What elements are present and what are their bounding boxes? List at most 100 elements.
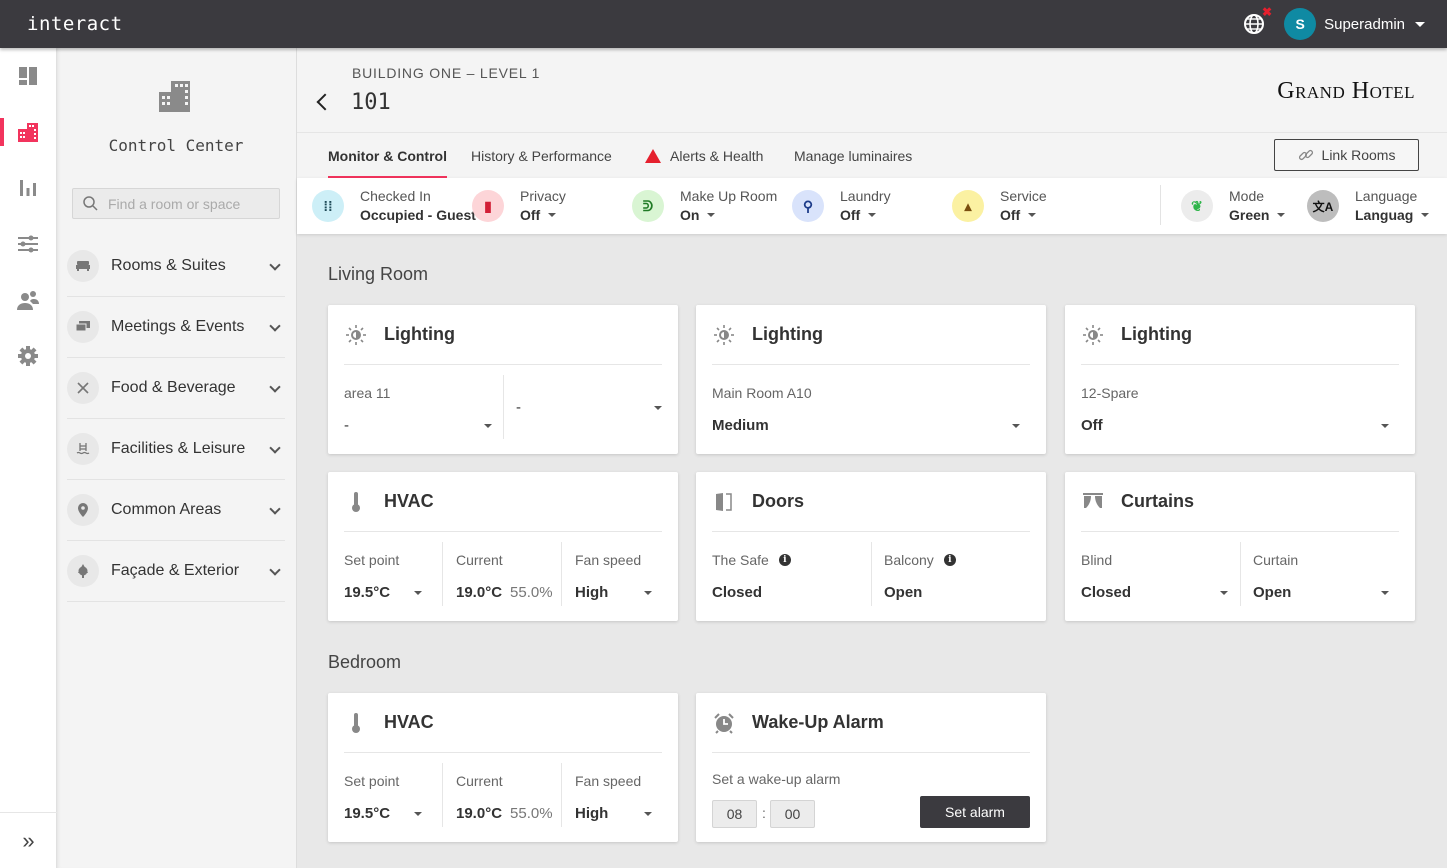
zone-value: -	[516, 399, 521, 416]
card-title: Wake-Up Alarm	[752, 712, 884, 732]
status-mode[interactable]: ❦ Mode Green	[1181, 178, 1286, 234]
link-rooms-button[interactable]: Link Rooms	[1274, 139, 1419, 171]
user-name[interactable]: Superadmin	[1324, 16, 1405, 33]
fan-value: High	[575, 584, 609, 601]
status-make-up-room[interactable]: ᕲ Make Up Room On	[632, 178, 777, 234]
setpoint-label: Set point	[344, 773, 400, 789]
rail-users[interactable]	[0, 272, 56, 328]
back-arrow-icon[interactable]	[316, 93, 334, 111]
tab-label: Manage luminaires	[794, 148, 913, 164]
rail-settings-sliders[interactable]	[0, 216, 56, 272]
caret-down-icon	[484, 423, 492, 428]
sidebar-item-food-beverage[interactable]: Food & Beverage	[67, 358, 285, 419]
sidebar-item-label: Meetings & Events	[111, 318, 245, 335]
expand-sidebar-button[interactable]: »	[0, 812, 57, 868]
status-language[interactable]: 文A Language Languag	[1307, 178, 1430, 234]
bed-icon	[67, 250, 99, 282]
sliders-icon	[18, 235, 38, 253]
link-rooms-label: Link Rooms	[1321, 147, 1396, 163]
user-menu-caret-icon[interactable]	[1415, 21, 1425, 27]
globe-offline-icon[interactable]: ✖	[1242, 5, 1272, 36]
search-input[interactable]	[108, 195, 268, 212]
time-separator: :	[762, 805, 766, 821]
chevron-down-icon[interactable]	[269, 319, 281, 332]
status-privacy[interactable]: ▮ Privacy Off	[472, 178, 566, 234]
chevron-down-icon[interactable]	[269, 502, 281, 515]
sidebar-item-facade-exterior[interactable]: Façade & Exterior	[67, 541, 285, 602]
tab-monitor-control[interactable]: Monitor & Control	[328, 133, 447, 179]
rail-analytics[interactable]	[0, 160, 56, 216]
translate-icon: 文A	[1307, 190, 1339, 222]
brightness-icon	[344, 323, 368, 347]
search-icon	[83, 196, 98, 211]
status-value: Green	[1229, 207, 1270, 223]
lighting-level-select[interactable]: Main Room A10 Medium	[712, 375, 1030, 439]
brand-logo[interactable]: interact	[27, 13, 123, 35]
safe-status: The Safe i Closed	[712, 542, 871, 606]
sidebar-item-rooms-suites[interactable]: Rooms & Suites	[67, 236, 285, 297]
tab-manage-luminaires[interactable]: Manage luminaires	[794, 133, 912, 179]
tab-history-performance[interactable]: History & Performance	[471, 133, 612, 179]
fan-speed-select[interactable]: Fan speed High	[561, 763, 662, 827]
alarm-label: Set a wake-up alarm	[712, 771, 841, 787]
building-icon	[159, 81, 190, 112]
status-laundry[interactable]: ⚲ Laundry Off	[792, 178, 891, 234]
rail-dashboard[interactable]	[0, 48, 56, 104]
card-title: Curtains	[1121, 491, 1195, 511]
building-icon	[18, 123, 38, 142]
caret-down-icon	[1421, 213, 1430, 217]
lighting-zone-select[interactable]: area 11 -	[344, 375, 504, 439]
sidebar-nav: Rooms & Suites Meetings & Events Food & …	[67, 236, 285, 602]
zone-value: -	[344, 417, 349, 434]
status-label: Language	[1355, 188, 1418, 204]
setpoint-label: Set point	[344, 552, 400, 568]
chat-icon	[67, 311, 99, 343]
sidebar-item-common-areas[interactable]: Common Areas	[67, 480, 285, 541]
avatar[interactable]: S	[1284, 8, 1317, 40]
chevron-down-icon[interactable]	[269, 258, 281, 271]
hanger-icon: ⚲	[792, 190, 824, 222]
status-label: Laundry	[840, 188, 891, 204]
lighting-level-select[interactable]: 12-Spare Off	[1081, 375, 1399, 439]
chevron-down-icon[interactable]	[269, 563, 281, 576]
room-search[interactable]	[72, 188, 280, 219]
alarm-hour-input[interactable]: 08	[712, 800, 757, 828]
sidebar-item-label: Facilities & Leisure	[111, 440, 246, 457]
set-alarm-button[interactable]: Set alarm	[920, 796, 1030, 828]
setpoint-value: 19.5°C	[344, 584, 391, 601]
double-chevron-right-icon: »	[22, 827, 35, 853]
curtain-select[interactable]: Curtain Open	[1240, 542, 1399, 606]
cutlery-icon	[67, 372, 99, 404]
setpoint-select[interactable]: Set point 19.5°C	[344, 763, 442, 827]
status-service[interactable]: ▴ Service Off	[952, 178, 1047, 234]
sidebar-item-meetings-events[interactable]: Meetings & Events	[67, 297, 285, 358]
rail-control-center[interactable]	[0, 104, 56, 160]
caret-down-icon	[1381, 423, 1389, 428]
thermometer-icon	[344, 711, 368, 735]
status-label: Checked In	[360, 188, 431, 204]
info-icon[interactable]: i	[943, 554, 956, 566]
fan-speed-select[interactable]: Fan speed High	[561, 542, 662, 606]
people-icon	[17, 291, 39, 310]
zone-label: area 11	[344, 385, 391, 401]
curtain-value: Open	[1253, 584, 1292, 601]
zone-label: 12-Spare	[1081, 385, 1139, 401]
chevron-down-icon[interactable]	[269, 380, 281, 393]
tab-label: Alerts & Health	[670, 148, 764, 164]
blind-select[interactable]: Blind Closed	[1081, 542, 1240, 606]
card-lighting-area-11: Lighting area 11 - -	[328, 305, 678, 454]
card-wake-up-alarm: Wake-Up Alarm Set a wake-up alarm 08 : 0…	[696, 693, 1046, 842]
guests-icon: ⁞⁞	[312, 190, 344, 222]
sidebar-item-facilities-leisure[interactable]: Facilities & Leisure	[67, 419, 285, 480]
info-icon[interactable]: i	[778, 554, 791, 566]
tab-alerts-health[interactable]: Alerts & Health	[645, 133, 763, 179]
status-value: On	[680, 207, 700, 223]
chevron-down-icon[interactable]	[269, 441, 281, 454]
card-title: Doors	[752, 491, 805, 511]
location-pin-icon	[67, 494, 99, 526]
lighting-zone-select-2[interactable]: -	[503, 375, 662, 439]
rail-settings[interactable]	[0, 328, 56, 384]
divider	[1160, 185, 1161, 225]
alarm-minute-input[interactable]: 00	[770, 800, 815, 828]
setpoint-select[interactable]: Set point 19.5°C	[344, 542, 442, 606]
